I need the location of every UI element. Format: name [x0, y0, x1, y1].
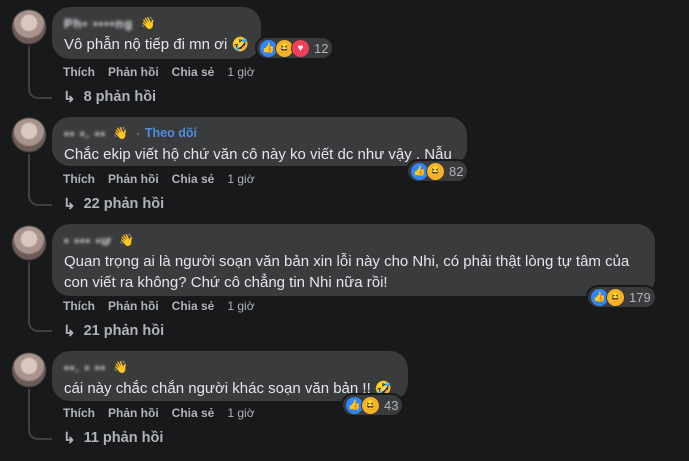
- replies-count: 22 phản hồi: [83, 196, 165, 212]
- replies-count: 8 phản hồi: [83, 89, 157, 105]
- comment-bubble: Ph▪ ▪▪▪▪ng 👋 Vô phẫn nộ tiếp đi mn ơi 🤣: [52, 7, 261, 59]
- heart-icon: ♥: [291, 38, 310, 58]
- reply-button[interactable]: Phản hồi: [108, 299, 159, 313]
- comment-actions: Thích Phản hồi Chia sẻ 1 giờ: [63, 172, 268, 186]
- reply-arrow-icon: ↳: [63, 323, 76, 340]
- share-button[interactable]: Chia sẻ: [172, 406, 215, 420]
- share-button[interactable]: Chia sẻ: [172, 299, 215, 313]
- like-button[interactable]: Thích: [63, 172, 95, 186]
- comment-text: Quan trọng ai là người soạn văn bản xin …: [64, 253, 630, 291]
- comment-text: cái này chắc chắn người khác soạn văn bả…: [64, 380, 393, 397]
- like-button[interactable]: Thích: [63, 65, 95, 79]
- replies-count: 11 phản hồi: [83, 430, 164, 446]
- comment-text: Vô phẫn nộ tiếp đi mn ơi 🤣: [64, 36, 249, 53]
- comment-bubble: ▪ ▪▪▪ ▪ư 👋 Quan trọng ai là người soạn v…: [52, 224, 655, 296]
- thread-line: [28, 154, 52, 206]
- share-button[interactable]: Chia sẻ: [172, 65, 215, 79]
- view-replies-link[interactable]: ↳ 8 phản hồi: [63, 88, 156, 106]
- reply-arrow-icon: ↳: [63, 430, 76, 447]
- reaction-summary[interactable]: 👍 😆 ♥ 12: [257, 38, 333, 58]
- laughing-face-icon: 😆: [426, 161, 445, 181]
- avatar[interactable]: [12, 353, 46, 387]
- share-button[interactable]: Chia sẻ: [172, 172, 215, 186]
- reply-button[interactable]: Phản hồi: [108, 172, 159, 186]
- reply-button[interactable]: Phản hồi: [108, 406, 159, 420]
- reply-arrow-icon: ↳: [63, 196, 76, 213]
- timestamp[interactable]: 1 giờ: [227, 406, 254, 420]
- waving-hand-icon: 👋: [113, 360, 129, 374]
- laughing-face-icon: 😆: [361, 395, 380, 415]
- avatar[interactable]: [12, 226, 46, 260]
- timestamp[interactable]: 1 giờ: [227, 172, 254, 186]
- author-name[interactable]: ▪ ▪▪▪ ▪ư: [64, 233, 112, 248]
- comment-actions: Thích Phản hồi Chia sẻ 1 giờ: [63, 299, 268, 313]
- reaction-summary[interactable]: 👍 😆 179: [588, 287, 655, 307]
- follow-link[interactable]: Theo dõi: [145, 126, 197, 140]
- comment-text: Chắc ekip viết hộ chứ văn cô này ko viết…: [64, 146, 452, 163]
- timestamp[interactable]: 1 giờ: [227, 299, 254, 313]
- like-button[interactable]: Thích: [63, 299, 95, 313]
- reply-button[interactable]: Phản hồi: [108, 65, 159, 79]
- reaction-count: 43: [384, 397, 399, 413]
- timestamp[interactable]: 1 giờ: [227, 65, 254, 79]
- thread-line: [28, 46, 52, 99]
- waving-hand-icon: 👋: [140, 16, 156, 30]
- thread-line: [28, 389, 52, 440]
- reaction-count: 179: [629, 289, 651, 305]
- author-name[interactable]: ▪▪ ▪. ▪▪: [64, 126, 106, 141]
- reaction-count: 12: [314, 40, 329, 56]
- reply-arrow-icon: ↳: [63, 89, 76, 106]
- author-name[interactable]: ▪▪. ▪ ▪▪: [64, 360, 106, 375]
- laughing-face-icon: 🤣: [231, 36, 249, 52]
- like-button[interactable]: Thích: [63, 406, 95, 420]
- author-name[interactable]: Ph▪ ▪▪▪▪ng: [64, 16, 133, 31]
- waving-hand-icon: 👋: [113, 126, 129, 140]
- comment-actions: Thích Phản hồi Chia sẻ 1 giờ: [63, 406, 268, 420]
- laughing-face-icon: 🤣: [374, 380, 393, 396]
- view-replies-link[interactable]: ↳ 21 phản hồi: [63, 322, 164, 340]
- reaction-count: 82: [449, 163, 464, 179]
- reaction-summary[interactable]: 👍 😆 43: [343, 395, 403, 415]
- view-replies-link[interactable]: ↳ 11 phản hồi: [63, 429, 163, 447]
- laughing-face-icon: 😆: [606, 287, 625, 307]
- reaction-summary[interactable]: 👍 😆 82: [408, 161, 468, 181]
- comment-bubble: ▪▪ ▪. ▪▪ 👋 · Theo dõi Chắc ekip viết hộ …: [52, 117, 467, 166]
- comment-bubble: ▪▪. ▪ ▪▪ 👋 cái này chắc chắn người khác …: [52, 351, 408, 401]
- view-replies-link[interactable]: ↳ 22 phản hồi: [63, 195, 164, 213]
- waving-hand-icon: 👋: [119, 233, 135, 247]
- comment-actions: Thích Phản hồi Chia sẻ 1 giờ: [63, 65, 268, 79]
- avatar[interactable]: [12, 118, 46, 152]
- avatar[interactable]: [12, 10, 46, 44]
- replies-count: 21 phản hồi: [83, 323, 165, 339]
- thread-line: [28, 262, 52, 332]
